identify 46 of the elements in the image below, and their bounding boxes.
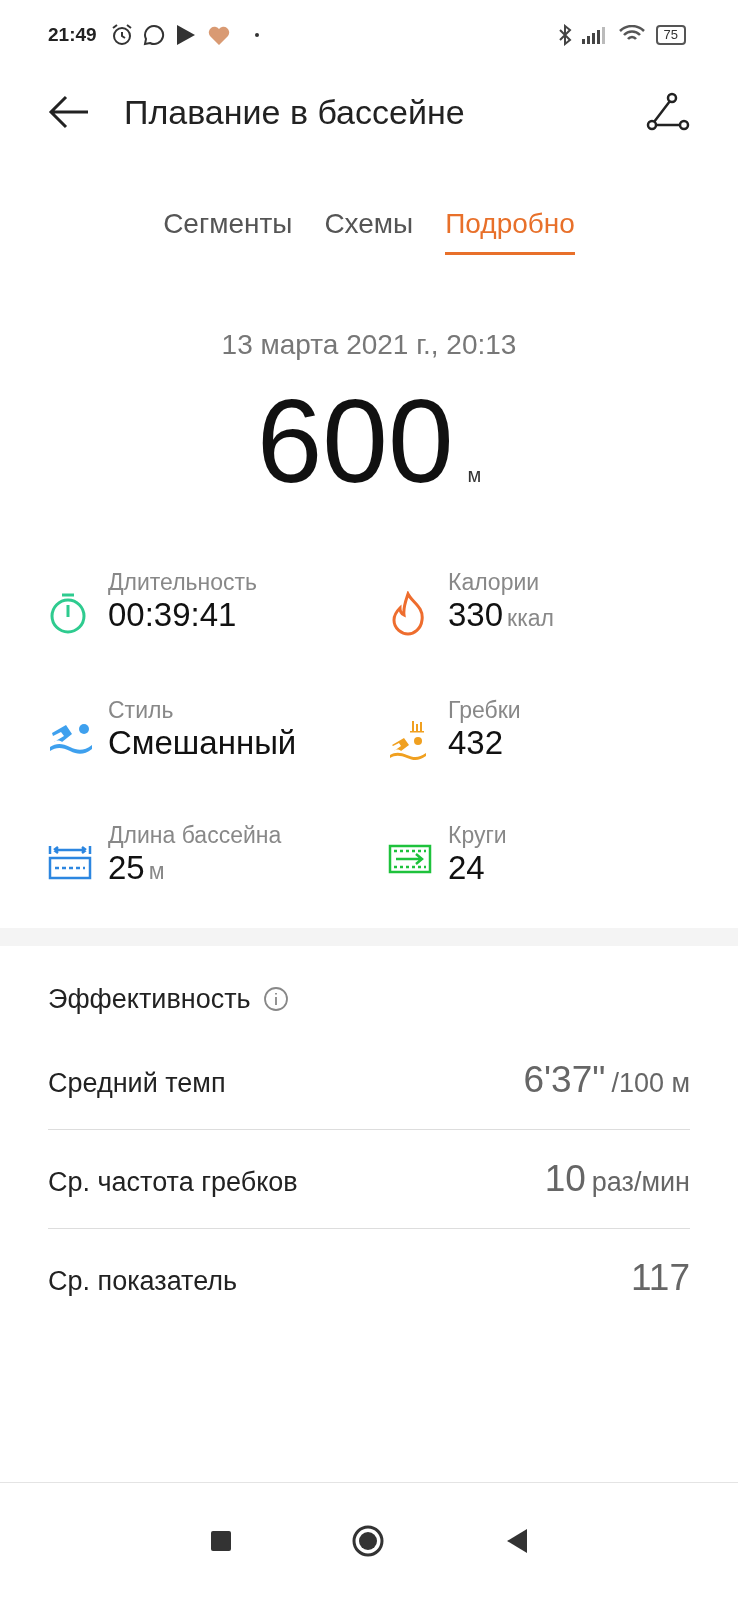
metric-label: Ср. показатель bbox=[48, 1265, 238, 1297]
stat-label: Гребки bbox=[448, 696, 521, 724]
stat-label: Калории bbox=[448, 568, 541, 596]
stat-label: Длина бассейна bbox=[108, 821, 282, 849]
laps-icon bbox=[388, 843, 432, 874]
stat-label: Круги bbox=[448, 821, 507, 849]
metric-unit: раз/мин bbox=[591, 1166, 690, 1197]
home-button[interactable] bbox=[351, 1524, 385, 1558]
route-button[interactable] bbox=[646, 92, 690, 132]
metric-label: Ср. частота гребков bbox=[48, 1166, 298, 1198]
tab[interactable]: Сегменты bbox=[163, 202, 293, 255]
stat-value: 432 bbox=[448, 723, 504, 761]
metric-unit: /100 м bbox=[611, 1067, 690, 1098]
section-title: Эффективность bbox=[48, 983, 251, 1015]
battery-level: 75 bbox=[655, 25, 686, 45]
back-button[interactable] bbox=[48, 95, 90, 129]
bluetooth-icon bbox=[557, 24, 572, 46]
play-icon bbox=[174, 23, 197, 47]
pool-length-icon bbox=[48, 843, 92, 880]
back-nav-button[interactable] bbox=[505, 1529, 527, 1553]
stat-label: Длительность bbox=[108, 568, 258, 596]
heart-icon bbox=[206, 24, 231, 46]
signal-icon bbox=[581, 26, 608, 44]
stat-value: 24 bbox=[448, 848, 485, 886]
chat-icon bbox=[142, 24, 165, 46]
stat-value: Смешанный bbox=[108, 723, 297, 761]
page-title: Плавание в бассейне bbox=[124, 92, 466, 132]
stat-value: 330 bbox=[448, 595, 504, 633]
dot-icon bbox=[254, 33, 259, 37]
stat-value: 00:39:41 bbox=[108, 595, 237, 633]
stat-unit: м bbox=[148, 857, 165, 884]
distance-value: 600 bbox=[256, 377, 454, 507]
metric-value: 6'37" bbox=[523, 1058, 606, 1100]
tab[interactable]: Схемы bbox=[324, 202, 414, 255]
stat-label: Стиль bbox=[108, 696, 175, 724]
alarm-icon bbox=[110, 24, 133, 46]
info-icon[interactable] bbox=[262, 986, 289, 1013]
stat-value: 25 bbox=[108, 848, 145, 886]
metric-value: 117 bbox=[631, 1256, 690, 1298]
metric-label: Средний темп bbox=[48, 1067, 226, 1099]
swimmer-chart-icon bbox=[388, 718, 428, 761]
workout-date: 13 марта 2021 г., 20:13 bbox=[220, 329, 518, 361]
status-time: 21:49 bbox=[48, 24, 97, 46]
metric-value: 10 bbox=[544, 1157, 586, 1199]
stat-unit: ккал bbox=[507, 604, 554, 631]
distance-unit: м bbox=[467, 464, 482, 487]
